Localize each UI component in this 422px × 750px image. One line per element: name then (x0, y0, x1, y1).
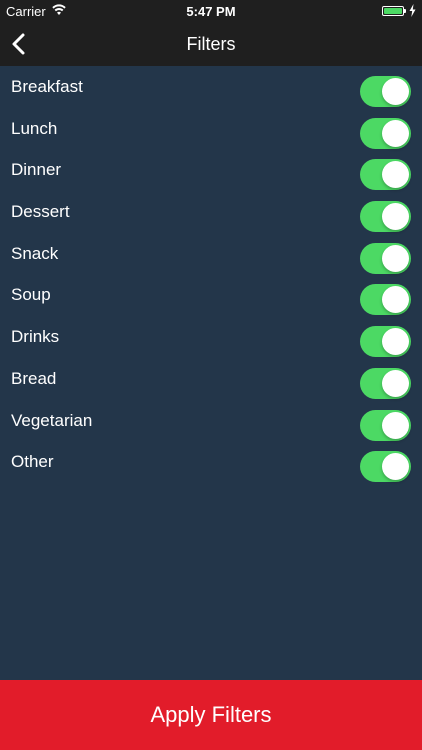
filter-label: Other (11, 452, 54, 472)
filters-screen: Carrier 5:47 PM Filters Breakfast Lunch … (0, 0, 422, 750)
filter-row-dessert: Dessert (0, 191, 422, 233)
filter-label: Breakfast (11, 77, 83, 96)
filter-toggle-drinks[interactable] (360, 326, 411, 358)
filter-label: Drinks (11, 327, 60, 347)
navigation-bar: Filters (0, 22, 422, 66)
filter-toggle-snack[interactable] (360, 242, 411, 274)
filter-row-soup: Soup (0, 274, 422, 316)
apply-filters-button[interactable]: Apply Filters (0, 680, 422, 750)
filter-row-drinks: Drinks (0, 316, 422, 358)
charging-icon (409, 4, 416, 17)
battery-cap (404, 9, 406, 13)
filter-row-vegetarian: Vegetarian (0, 400, 422, 442)
filter-row-snack: Snack (0, 233, 422, 275)
filter-label: Soup (11, 285, 51, 305)
status-time: 5:47 PM (186, 4, 236, 19)
filter-toggle-lunch[interactable] (360, 117, 411, 149)
filter-row-other: Other (0, 441, 422, 483)
filter-toggle-soup[interactable] (360, 284, 411, 316)
battery-icon (382, 6, 404, 16)
filter-label: Lunch (11, 118, 58, 138)
filter-row-breakfast: Breakfast (0, 66, 422, 108)
filter-toggle-bread[interactable] (360, 367, 411, 399)
filter-toggle-dessert[interactable] (360, 201, 411, 233)
page-title: Filters (186, 34, 236, 54)
filter-row-lunch: Lunch (0, 108, 422, 150)
filter-toggle-breakfast[interactable] (360, 76, 411, 107)
filter-toggle-dinner[interactable] (360, 159, 411, 191)
status-bar: Carrier 5:47 PM (0, 0, 422, 22)
filter-label: Snack (11, 243, 59, 263)
filter-toggle-other[interactable] (360, 451, 411, 483)
filter-label: Dessert (11, 202, 70, 222)
filter-label: Dinner (11, 160, 62, 180)
filter-list: Breakfast Lunch Dinner Dessert Snack Sou… (0, 66, 422, 483)
filter-label: Vegetarian (11, 410, 93, 430)
filter-toggle-vegetarian[interactable] (360, 409, 411, 441)
filter-row-dinner: Dinner (0, 149, 422, 191)
filter-row-bread: Bread (0, 358, 422, 400)
filter-label: Bread (11, 368, 57, 388)
